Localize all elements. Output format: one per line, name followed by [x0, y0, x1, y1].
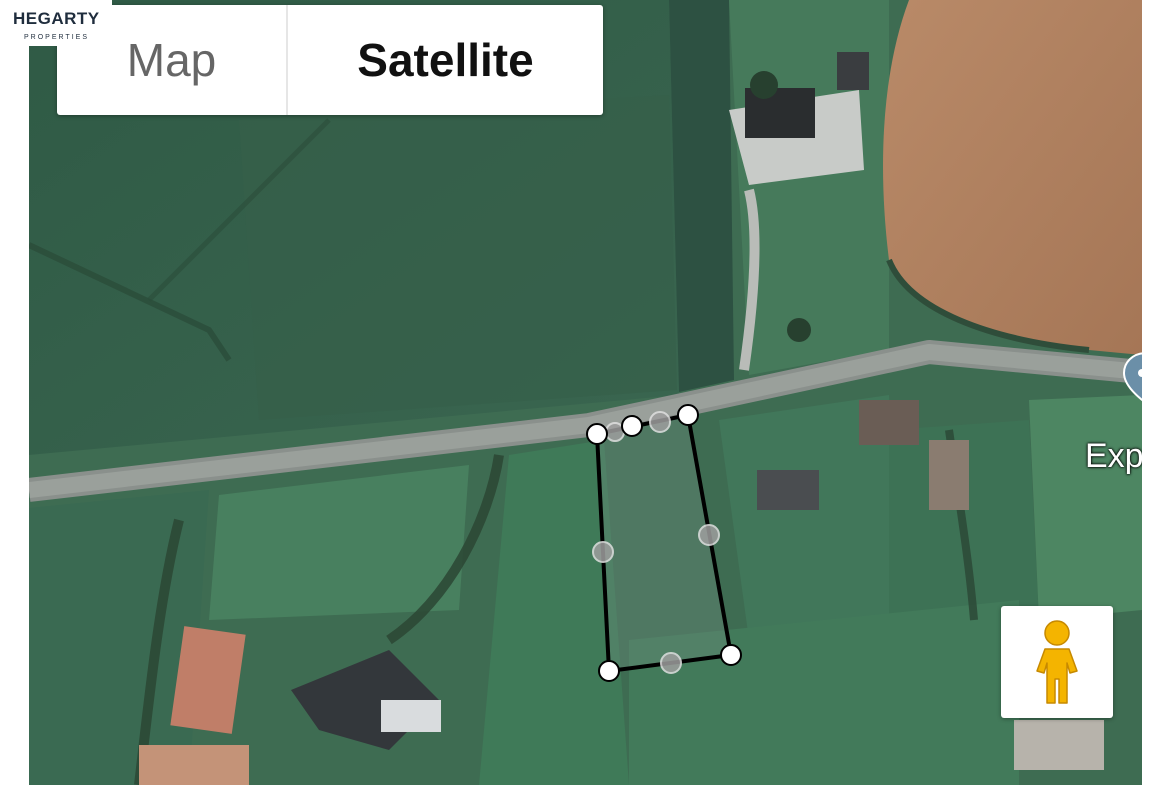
right-border: [1142, 0, 1170, 785]
outbuilding-roof: [837, 52, 869, 90]
tree: [787, 318, 811, 342]
tree: [750, 71, 778, 99]
screenshot-frame: Exp HEGARTY PROPERTIES Map Satellite: [0, 0, 1170, 785]
logo-subtitle: PROPERTIES: [24, 34, 89, 41]
building-roof: [929, 440, 969, 510]
vertex-handle[interactable]: [720, 644, 742, 666]
map-type-control: Map Satellite: [57, 5, 603, 115]
satellite-imagery[interactable]: [29, 0, 1142, 785]
vertex-handle[interactable]: [677, 404, 699, 426]
tree-belt: [669, 0, 734, 392]
satellite-map[interactable]: [29, 0, 1142, 785]
midpoint-handle[interactable]: [649, 411, 671, 433]
street-view-button[interactable]: [1001, 606, 1113, 718]
midpoint-handle[interactable]: [592, 541, 614, 563]
field-southwest: [29, 490, 209, 785]
midpoint-handle[interactable]: [698, 524, 720, 546]
pegman-icon: [1036, 620, 1078, 704]
midpoint-handle[interactable]: [660, 652, 682, 674]
field-southeast: [1029, 395, 1142, 620]
logo-name: HEGARTY: [13, 9, 100, 28]
map-type-button-satellite[interactable]: Satellite: [288, 5, 603, 115]
house-roof: [757, 470, 819, 510]
vertex-handle[interactable]: [621, 415, 643, 437]
place-label[interactable]: Exp: [1085, 437, 1144, 476]
vertex-handle[interactable]: [586, 423, 608, 445]
vertex-handle[interactable]: [598, 660, 620, 682]
building-roof: [859, 400, 919, 445]
hegarty-logo: HEGARTY PROPERTIES: [0, 0, 112, 46]
building-roof: [1014, 720, 1104, 770]
house-extension-roof: [381, 700, 441, 732]
yard-roof: [139, 745, 249, 785]
